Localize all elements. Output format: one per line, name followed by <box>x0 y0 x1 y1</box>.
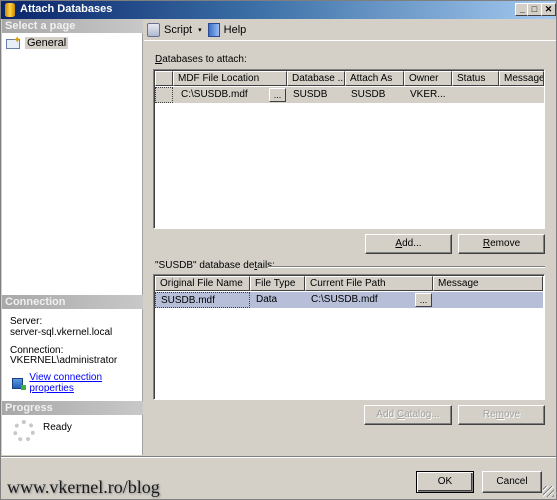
browse-file-path-button[interactable]: ... <box>415 293 432 307</box>
remove-button[interactable]: Remove <box>458 234 545 254</box>
row-selector[interactable] <box>155 87 173 103</box>
table-row[interactable]: SUSDB.mdf Data C:\SUSDB.mdf ... <box>155 292 543 308</box>
cell-owner[interactable]: VKER... <box>404 87 452 103</box>
toolbar: Script ▾ Help <box>144 19 556 41</box>
table-row[interactable]: C:\SUSDB.mdf ... SUSDB SUSDB VKER... <box>155 87 544 103</box>
column-header-selector <box>155 71 173 86</box>
main-panel: Databases to attach: MDF File Location D… <box>144 42 556 455</box>
cancel-button[interactable]: Cancel <box>482 471 542 493</box>
details-separator <box>268 266 545 268</box>
resize-grip-icon[interactable] <box>543 486 554 497</box>
column-header-message[interactable]: Message <box>499 71 544 86</box>
column-header-file-type[interactable]: File Type <box>250 276 305 291</box>
column-header-current-file-path[interactable]: Current File Path <box>305 276 433 291</box>
column-header-attach-as[interactable]: Attach As <box>345 71 404 86</box>
cell-mdf-location[interactable]: C:\SUSDB.mdf ... <box>173 87 287 103</box>
connection-value: VKERNEL\administrator <box>10 355 118 366</box>
maximize-button[interactable]: □ <box>527 3 542 16</box>
column-header-database[interactable]: Database ... <box>287 71 345 86</box>
cell-status <box>452 87 499 103</box>
help-icon <box>207 22 220 37</box>
column-header-mdf-location[interactable]: MDF File Location <box>173 71 287 86</box>
grid-header-row: MDF File Location Database ... Attach As… <box>155 71 544 86</box>
remove-file-button[interactable]: Remove <box>458 405 545 425</box>
browse-mdf-button[interactable]: ... <box>269 88 286 102</box>
general-page-icon: ✦ <box>6 35 22 49</box>
left-pane: Select a page ✦ General Connection Serve… <box>2 19 143 455</box>
window-title: Attach Databases <box>20 3 113 15</box>
connection-header: Connection <box>2 295 143 309</box>
database-details-grid[interactable]: Original File Name File Type Current Fil… <box>153 274 545 400</box>
help-label: Help <box>223 23 247 36</box>
progress-status: Ready <box>43 422 72 433</box>
column-header-message[interactable]: Message <box>433 276 543 291</box>
cell-message <box>433 292 543 308</box>
footer-separator <box>1 456 556 458</box>
chevron-down-icon[interactable]: ▾ <box>198 26 202 34</box>
progress-spinner-icon <box>13 420 35 442</box>
server-label: Server: <box>10 316 43 327</box>
cell-current-file-path[interactable]: C:\SUSDB.mdf ... <box>305 292 433 308</box>
databases-to-attach-label: Databases to attach: <box>155 54 247 65</box>
column-header-status[interactable]: Status <box>452 71 499 86</box>
add-catalog-button[interactable]: Add Catalog... <box>364 405 452 425</box>
progress-header: Progress <box>2 401 143 415</box>
details-header-row: Original File Name File Type Current Fil… <box>155 276 543 291</box>
database-icon <box>5 3 15 17</box>
watermark-text: www.vkernel.ro/blog <box>7 477 160 497</box>
script-button[interactable]: Script ▾ <box>147 22 202 37</box>
column-header-original-file-name[interactable]: Original File Name <box>155 276 250 291</box>
cell-original-file-name[interactable]: SUSDB.mdf <box>155 292 250 308</box>
column-header-owner[interactable]: Owner <box>404 71 452 86</box>
connection-properties-icon <box>12 377 27 390</box>
cell-message <box>499 87 544 103</box>
view-connection-properties-text[interactable]: View connection properties <box>29 372 142 394</box>
help-button[interactable]: Help <box>207 22 247 37</box>
cell-database[interactable]: SUSDB <box>287 87 345 103</box>
cell-file-type[interactable]: Data <box>250 292 305 308</box>
close-button[interactable]: ✕ <box>541 3 556 16</box>
database-details-label: "SUSDB" database details: <box>155 260 275 271</box>
page-item-general[interactable]: ✦ General <box>6 35 69 50</box>
add-button[interactable]: Add... <box>365 234 452 254</box>
title-bar[interactable]: Attach Databases _ □ ✕ <box>1 1 556 19</box>
attach-databases-dialog: Attach Databases _ □ ✕ Select a page ✦ G… <box>0 0 557 500</box>
script-label: Script <box>164 23 193 36</box>
server-value: server-sql.vkernel.local <box>10 327 113 338</box>
view-connection-properties-link[interactable]: View connection properties <box>12 372 142 394</box>
page-item-label: General <box>25 37 69 49</box>
select-page-header: Select a page <box>2 19 143 33</box>
script-icon <box>147 22 160 37</box>
ok-button[interactable]: OK <box>416 471 474 493</box>
cell-attach-as[interactable]: SUSDB <box>345 87 404 103</box>
databases-to-attach-grid[interactable]: MDF File Location Database ... Attach As… <box>153 69 545 229</box>
